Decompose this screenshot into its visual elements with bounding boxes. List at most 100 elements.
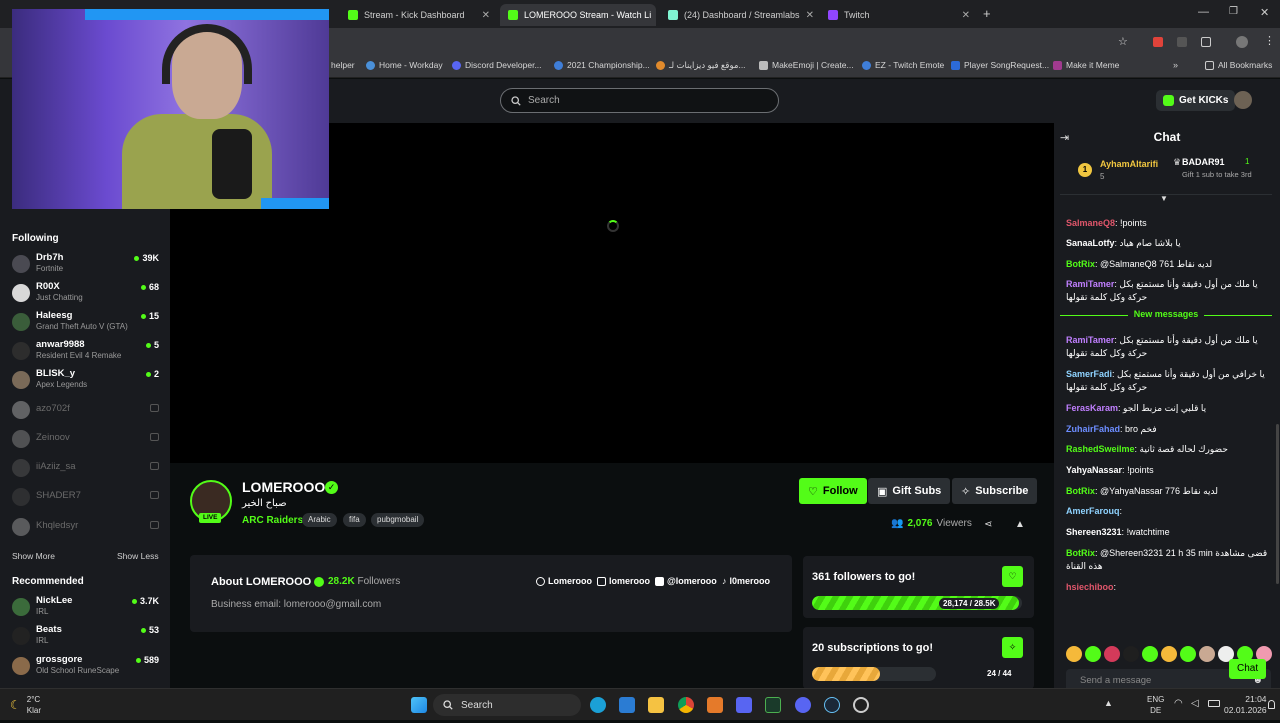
terminal-icon[interactable] <box>765 697 781 713</box>
outlook-icon[interactable] <box>619 697 635 713</box>
share-icon[interactable]: ⋖ <box>984 519 992 530</box>
sidebar-channel-offline[interactable]: azo702f <box>12 397 162 423</box>
sidebar-channel-offline[interactable]: Khqledsyr <box>12 514 162 540</box>
wifi-icon[interactable]: ◠ <box>1174 698 1183 709</box>
browser-tab-active[interactable]: LOMEROOO Stream - Watch Li ✕ <box>500 4 656 26</box>
chat-username[interactable]: BotRix <box>1066 259 1095 269</box>
edge-icon[interactable] <box>590 697 606 713</box>
emote-icon[interactable] <box>1123 646 1139 662</box>
chat-username[interactable]: YahyaNassar <box>1066 465 1122 475</box>
bookmark[interactable]: Player SongRequest... <box>951 60 1049 70</box>
bookmark[interactable]: 2021 Championship... <box>554 60 650 70</box>
stream-tag[interactable]: Arabic <box>302 513 337 527</box>
obs-icon[interactable] <box>853 697 869 713</box>
sidebar-channel[interactable]: BLISK_y Apex Legends 2 <box>12 367 162 393</box>
all-bookmarks[interactable]: All Bookmarks <box>1205 60 1272 70</box>
puzzle-icon[interactable] <box>1201 37 1211 47</box>
discord-icon[interactable] <box>795 697 811 713</box>
close-icon[interactable]: ✕ <box>806 10 814 21</box>
sidebar-channel[interactable]: R00X Just Chatting 68 <box>12 280 162 306</box>
stream-tag[interactable]: pubgmobail <box>371 513 425 527</box>
chevron-right-icon[interactable]: » <box>1173 60 1178 70</box>
system-clock[interactable]: 21:04 02.01.2026 <box>1224 694 1267 716</box>
emote-icon[interactable] <box>1142 646 1158 662</box>
sidebar-channel[interactable]: Haleesg Grand Theft Auto V (GTA) 15 <box>12 309 162 335</box>
app-icon[interactable] <box>707 697 723 713</box>
chat-username[interactable]: RamiTamer <box>1066 335 1114 345</box>
sidebar-channel-offline[interactable]: Zeinoov <box>12 426 162 452</box>
browser-tab[interactable]: Twitch ✕ <box>820 4 978 26</box>
leaderboard-user[interactable]: BADAR91 <box>1182 157 1225 167</box>
sidebar-channel[interactable]: Drb7h Fortnite 39K <box>12 251 162 277</box>
chat-username[interactable]: BotRix <box>1066 486 1095 496</box>
close-window-icon[interactable]: ✕ <box>1260 6 1269 19</box>
browser-tab[interactable]: Stream - Kick Dashboard ✕ <box>340 4 498 26</box>
chevron-up-icon[interactable]: ▲ <box>1104 698 1113 708</box>
minimize-icon[interactable]: — <box>1198 6 1209 18</box>
scrollbar[interactable] <box>1276 424 1279 584</box>
maximize-icon[interactable]: ❐ <box>1229 6 1238 17</box>
chat-username[interactable]: BotRix <box>1066 548 1095 558</box>
profile-icon[interactable] <box>1236 36 1248 48</box>
sidebar-channel-offline[interactable]: SHADER7 <box>12 484 162 510</box>
chevron-down-icon[interactable]: ▼ <box>1160 194 1168 203</box>
emote-icon[interactable] <box>1180 646 1196 662</box>
chat-username[interactable]: ZuhairFahad <box>1066 424 1120 434</box>
browser-tab[interactable]: (24) Dashboard / Streamlabs ✕ <box>660 4 818 26</box>
chat-username[interactable]: FerasKaram <box>1066 403 1118 413</box>
show-more-button[interactable]: Show More <box>12 551 55 561</box>
chat-username[interactable]: AmerFarouq <box>1066 506 1120 516</box>
stream-category[interactable]: ARC Raiders <box>242 515 303 526</box>
get-kicks-button[interactable]: Get KICKs <box>1156 90 1236 111</box>
emote-icon[interactable] <box>1085 646 1101 662</box>
bookmark[interactable]: helper <box>331 60 355 70</box>
chat-username[interactable]: SalmaneQ8 <box>1066 218 1115 228</box>
chat-username[interactable]: hsiechiboo <box>1066 582 1114 592</box>
close-icon[interactable]: ✕ <box>482 10 490 21</box>
sidebar-channel[interactable]: NickLee IRL 3.7K <box>12 594 162 620</box>
show-less-button[interactable]: Show Less <box>117 551 159 561</box>
stream-tag[interactable]: fifa <box>343 513 366 527</box>
social-link-tiktok[interactable]: ♪ l0merooo <box>722 576 770 586</box>
taskbar-search[interactable]: Search <box>433 694 581 716</box>
emote-icon[interactable] <box>1161 646 1177 662</box>
close-icon[interactable]: ✕ <box>962 10 970 21</box>
battery-icon[interactable] <box>1208 700 1220 707</box>
chat-send-button[interactable]: Chat <box>1229 659 1267 679</box>
emote-icon[interactable] <box>1199 646 1215 662</box>
sidebar-channel[interactable]: Beats IRL 53 <box>12 623 162 649</box>
bookmark[interactable]: موقع فيو ديزاينات لـ... <box>656 60 746 71</box>
star-icon[interactable]: ☆ <box>1118 35 1128 48</box>
weather-widget[interactable]: ☾ 2°C Klar <box>10 694 41 716</box>
chat-username[interactable]: RamiTamer <box>1066 279 1114 289</box>
sidebar-channel[interactable]: grossgore Old School RuneScape 589 <box>12 653 162 679</box>
sidebar-channel[interactable]: anwar9988 Resident Evil 4 Remake 5 <box>12 338 162 364</box>
star-icon[interactable]: ✧ <box>1002 637 1023 658</box>
social-link-facebook[interactable]: Lomerooo <box>536 576 592 586</box>
steam-icon[interactable] <box>824 697 840 713</box>
warning-icon[interactable]: ▲ <box>1015 519 1025 530</box>
social-link-youtube[interactable]: @lomerooo <box>655 576 717 586</box>
new-tab-icon[interactable]: + <box>983 6 991 21</box>
subscribe-button[interactable]: ✧ Subscribe <box>952 478 1038 504</box>
leaderboard-user[interactable]: AyhamAltarifi <box>1100 159 1158 169</box>
sidebar-channel-offline[interactable]: iiAziiz_sa <box>12 455 162 481</box>
social-link-instagram[interactable]: lomerooo <box>597 576 650 586</box>
bookmark[interactable]: Discord Developer... <box>452 60 542 70</box>
menu-icon[interactable]: ⋮ <box>1264 34 1275 47</box>
bookmark[interactable]: MakeEmoji | Create... <box>759 60 854 70</box>
folder-icon[interactable] <box>648 697 664 713</box>
volume-icon[interactable]: ◁ <box>1191 698 1199 709</box>
search-input[interactable]: Search <box>500 88 779 113</box>
windows-start-icon[interactable] <box>411 697 427 713</box>
extension-icon[interactable] <box>1177 37 1187 47</box>
chrome-icon[interactable] <box>678 697 694 713</box>
follow-button[interactable]: ♡ Follow <box>799 478 867 504</box>
emote-icon[interactable] <box>1104 646 1120 662</box>
channel-name[interactable]: LOMEROOO <box>242 479 325 495</box>
user-avatar[interactable] <box>1234 91 1252 109</box>
chat-username[interactable]: SanaaLotfy <box>1066 238 1115 248</box>
notification-icon[interactable] <box>1268 700 1275 709</box>
bookmark[interactable]: Home - Workday <box>366 60 443 70</box>
bookmark[interactable]: Make it Meme <box>1053 60 1119 70</box>
